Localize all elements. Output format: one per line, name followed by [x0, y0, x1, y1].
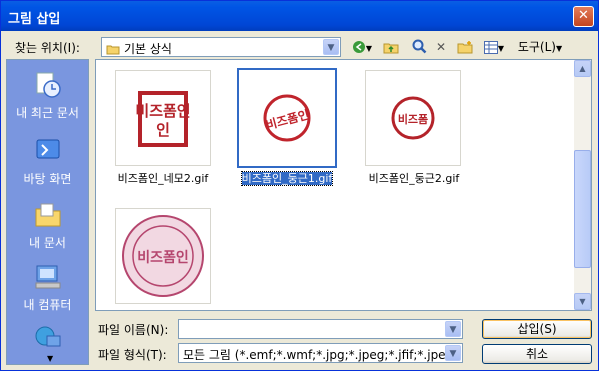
look-in-combo[interactable]: 기본 상식 ▼ [101, 37, 341, 57]
views-icon [483, 41, 498, 54]
filetype-value: 모든 그림 (*.emf;*.wmf;*.jpg;*.jpeg;*.jfif;*… [183, 348, 450, 362]
seal-text: 비즈폼 [398, 112, 428, 126]
vertical-scrollbar[interactable]: ▲ ▼ [574, 60, 591, 310]
place-label: 바탕 화면 [23, 172, 72, 186]
up-folder-button[interactable] [381, 37, 401, 57]
seal-text: 비즈폼인 [264, 106, 311, 132]
up-folder-icon [383, 43, 399, 54]
back-button[interactable]: ▼ [347, 37, 377, 57]
new-folder-button[interactable] [455, 37, 475, 57]
filename-input[interactable]: ▼ [178, 319, 463, 339]
look-in-value: 기본 상식 [106, 40, 172, 57]
place-label: 내 컴퓨터 [23, 298, 72, 312]
file-thumbnail[interactable]: 비즈폼인 인 [115, 70, 211, 166]
file-name: 비즈폼인_네모2.gif [117, 172, 209, 185]
close-button[interactable]: ✕ [573, 6, 594, 27]
search-web-button[interactable] [409, 37, 429, 57]
insert-button[interactable]: 삽입(S) [482, 319, 592, 339]
chevron-down-icon[interactable]: ▼ [445, 345, 461, 361]
filetype-label: 파일 형식(T): [98, 348, 167, 362]
file-name: 비즈폼인_둥근2.gif [368, 172, 460, 185]
my-documents-icon [35, 203, 60, 227]
scroll-down-icon[interactable]: ▼ [574, 293, 591, 310]
place-recent-documents[interactable]: 내 최근 문서 [7, 70, 88, 121]
round-seal-image: 비즈폼인 [263, 94, 311, 142]
file-caption-selected[interactable]: 비즈폼인_둥근1.gif [222, 170, 352, 186]
place-my-documents[interactable]: 내 문서 [7, 200, 88, 251]
look-in-text: 기본 상식 [124, 42, 172, 56]
file-thumbnail-selected[interactable]: 비즈폼인 [237, 68, 337, 168]
places-scroll-down-icon[interactable]: ▼ [47, 354, 53, 363]
file-thumbnail[interactable]: 비즈폼 [365, 70, 461, 166]
place-my-computer[interactable]: 내 컴퓨터 [7, 262, 88, 313]
search-icon [412, 39, 426, 54]
place-label: 내 문서 [29, 236, 66, 250]
folder-icon [106, 45, 120, 55]
file-name: 비즈폼인_둥근1.gif [240, 171, 334, 186]
round-seal-image: 비즈폼인 [122, 215, 204, 297]
desktop-icon [36, 139, 59, 159]
insert-picture-dialog: 그림 삽입 ✕ 찾는 위치(I): 기본 상식 ▼ ▼ ✕ ▼ 도구(L)▼ 내… [0, 0, 599, 371]
chevron-down-icon: ▼ [555, 44, 563, 53]
file-thumbnail[interactable]: 비즈폼인 [115, 208, 211, 304]
tools-menu[interactable]: 도구(L)▼ [513, 37, 567, 57]
filename-label: 파일 이름(N): [98, 323, 169, 337]
new-folder-icon [457, 41, 473, 54]
scrollbar-thumb[interactable] [574, 150, 591, 268]
chevron-down-icon[interactable]: ▼ [323, 39, 339, 55]
chevron-down-icon[interactable]: ▼ [445, 321, 461, 337]
network-places-icon [35, 326, 60, 347]
scroll-up-icon[interactable]: ▲ [574, 60, 591, 77]
place-network[interactable] [7, 322, 88, 356]
places-bar: 내 최근 문서 바탕 화면 내 문서 내 컴퓨터 ▼ [6, 59, 89, 365]
round-seal-image: 비즈폼 [391, 96, 435, 140]
place-desktop[interactable]: 바탕 화면 [7, 136, 88, 187]
dialog-title: 그림 삽입 [8, 12, 61, 27]
seal-text: 비즈폼인 [135, 102, 190, 120]
tools-label: 도구(L) [517, 40, 556, 54]
recent-documents-icon [36, 72, 61, 98]
delete-button[interactable]: ✕ [431, 37, 451, 57]
place-label: 내 최근 문서 [16, 106, 79, 120]
back-arrow-icon [352, 41, 365, 53]
cancel-button[interactable]: 취소 [482, 344, 592, 364]
file-view: 비즈폼인 인 비즈폼인_네모2.gif 비즈폼인 비즈폼인_둥근1.gif 비즈폼… [95, 59, 592, 311]
square-seal-image: 비즈폼인인 [135, 91, 191, 147]
file-caption[interactable]: 비즈폼인_둥근2.gif [349, 170, 479, 186]
filetype-select[interactable]: 모든 그림 (*.emf;*.wmf;*.jpg;*.jpeg;*.jfif;*… [178, 343, 463, 363]
look-in-label: 찾는 위치(I): [15, 41, 80, 55]
my-computer-icon [35, 265, 60, 289]
delete-icon: ✕ [435, 40, 447, 54]
views-button[interactable]: ▼ [479, 37, 509, 57]
title-bar: 그림 삽입 ✕ [1, 1, 598, 31]
file-caption[interactable]: 비즈폼인_네모2.gif [98, 170, 228, 186]
svg-text:인: 인 [156, 121, 170, 139]
seal-text: 비즈폼인 [137, 249, 189, 266]
